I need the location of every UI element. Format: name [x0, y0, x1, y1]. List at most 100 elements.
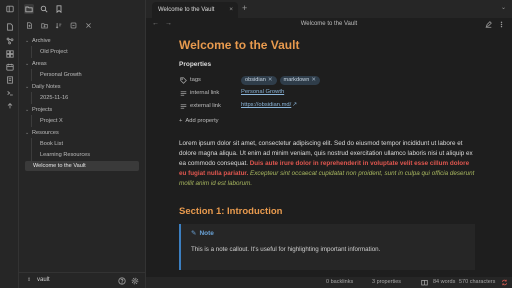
callout-title: ✎ Note [191, 229, 214, 237]
folder-daily-notes[interactable]: ⌄ Daily Notes [25, 82, 61, 92]
file-explorer-actions [19, 19, 146, 33]
tree-guide [31, 138, 32, 162]
edit-mode-icon[interactable] [484, 20, 493, 29]
sidebar-toggle-icon[interactable] [5, 4, 14, 13]
folder-label: Resources [32, 130, 59, 136]
vault-name[interactable]: vault [37, 277, 50, 283]
chevron-down-icon: ⌄ [25, 61, 30, 67]
file-explorer-sidebar: ⌄ Archive Old Project ⌄ Areas Personal Gro… [19, 0, 146, 288]
settings-gear-icon[interactable] [130, 276, 139, 285]
note-callout[interactable]: ✎ Note This is a note callout. It's usefu… [179, 224, 475, 270]
properties-heading[interactable]: Properties [179, 61, 211, 68]
folder-projects[interactable]: ⌄ Projects [25, 105, 52, 115]
help-icon[interactable] [117, 276, 126, 285]
forward-arrow-icon[interactable]: → [165, 20, 172, 27]
reading-view-icon[interactable] [421, 279, 428, 286]
tab-title: Welcome to the Vault [158, 7, 215, 13]
character-count: 570 characters [459, 279, 496, 285]
remove-tag-icon[interactable]: ✕ [311, 77, 316, 83]
daily-note-icon[interactable] [5, 62, 14, 71]
bookmark-icon[interactable] [54, 4, 64, 14]
back-arrow-icon[interactable]: ← [152, 20, 159, 27]
remove-tag-icon[interactable]: ✕ [268, 77, 273, 83]
file-project-x[interactable]: Project X [40, 116, 63, 126]
editor-scrollbar[interactable] [507, 32, 510, 272]
publish-icon[interactable] [5, 101, 14, 110]
add-property-button[interactable]: + Add property [179, 118, 219, 124]
chevron-down-icon: ⌄ [25, 130, 30, 136]
chevron-down-icon: ⌄ [25, 107, 30, 113]
text-lines-icon [179, 102, 187, 110]
chevron-down-icon: ⌄ [25, 84, 30, 90]
external-link-value[interactable]: https://obsidian.md/ [241, 102, 291, 108]
body-paragraph[interactable]: Lorem ipsum dolor sit amet, consectetur … [179, 139, 475, 189]
graph-view-icon[interactable] [5, 36, 14, 45]
property-tags: tags obsidian ✕ markdown ✕ [179, 75, 475, 85]
files-icon[interactable] [24, 4, 34, 14]
folder-areas[interactable]: ⌄ Areas [25, 59, 47, 69]
canvas-icon[interactable] [5, 49, 14, 58]
file-welcome-to-the-vault[interactable]: Welcome to the Vault [25, 161, 139, 171]
command-palette-icon[interactable] [5, 88, 14, 97]
left-ribbon [0, 0, 19, 288]
collapse-all-icon[interactable] [69, 21, 78, 30]
new-folder-icon[interactable] [40, 21, 49, 30]
internal-link-value[interactable]: Personal Growth [241, 89, 284, 95]
folder-label: Daily Notes [32, 84, 61, 90]
sync-status-icon[interactable] [501, 279, 508, 286]
section-heading[interactable]: Section 1: Introduction [179, 206, 282, 217]
tree-guide [31, 92, 32, 104]
chevron-updown-icon: ⇕ [27, 277, 32, 283]
view-header: Welcome to the Vault ← → [146, 18, 512, 32]
chevron-down-icon: ⌄ [25, 38, 30, 44]
file-book-list[interactable]: Book List [40, 139, 63, 149]
note-title[interactable]: Welcome to the Vault [179, 38, 299, 52]
callout-title-label: Note [199, 230, 214, 237]
folder-label: Areas [32, 61, 47, 67]
tag-list: obsidian ✕ markdown ✕ [241, 76, 323, 85]
view-header-title[interactable]: Welcome to the Vault [146, 21, 512, 27]
folder-label: Archive [32, 38, 51, 44]
tag-label: markdown [283, 77, 310, 83]
tree-guide [31, 115, 32, 127]
properties-count[interactable]: 3 properties [372, 279, 401, 285]
property-key[interactable]: tags [190, 77, 201, 83]
vault-switcher-bar: ⇕ vault [19, 272, 146, 288]
file-2025-11-16[interactable]: 2025-11-16 [40, 93, 68, 103]
new-note-icon[interactable] [25, 21, 34, 30]
tag-label: obsidian [245, 77, 266, 83]
new-tab-icon[interactable]: + [242, 3, 247, 13]
folder-archive[interactable]: ⌄ Archive [25, 36, 51, 46]
close-icon[interactable] [84, 21, 93, 30]
more-options-icon[interactable] [497, 20, 506, 29]
tag-pill[interactable]: markdown ✕ [279, 76, 321, 85]
tab-list-chevron-icon[interactable]: ⌄ [501, 4, 506, 11]
backlinks-count[interactable]: 0 backlinks [326, 279, 353, 285]
add-property-label: Add property [185, 118, 219, 124]
template-icon[interactable] [5, 75, 14, 84]
pencil-icon: ✎ [191, 230, 197, 237]
word-count: 84 words [433, 279, 456, 285]
tab-welcome-to-the-vault[interactable]: Welcome to the Vault × [152, 2, 238, 18]
sort-icon[interactable] [54, 21, 63, 30]
open-file-icon[interactable] [5, 22, 14, 31]
property-external-link: external link https://obsidian.md/↗ [179, 101, 475, 111]
tag-pill[interactable]: obsidian ✕ [241, 76, 277, 85]
file-personal-growth[interactable]: Personal Growth [40, 70, 82, 80]
file-old-project[interactable]: Old Project [40, 47, 68, 57]
tab-close-icon[interactable]: × [229, 6, 233, 13]
plus-icon: + [179, 118, 183, 124]
callout-body: This is a note callout. It's useful for … [191, 246, 381, 253]
tree-guide [31, 69, 32, 81]
text-lines-icon [179, 89, 187, 97]
file-learning-resources[interactable]: Learning Resources [40, 150, 90, 160]
property-key[interactable]: external link [190, 103, 221, 109]
folder-label: Projects [32, 107, 53, 113]
external-link-wrapper: https://obsidian.md/↗ [241, 102, 297, 108]
external-link-icon: ↗ [292, 102, 298, 108]
folder-resources[interactable]: ⌄ Resources [25, 128, 59, 138]
property-key[interactable]: internal link [190, 90, 219, 96]
tree-guide [31, 46, 32, 58]
note-editor[interactable]: Welcome to the Vault Properties tags obs… [146, 32, 512, 272]
search-icon[interactable] [39, 4, 49, 14]
